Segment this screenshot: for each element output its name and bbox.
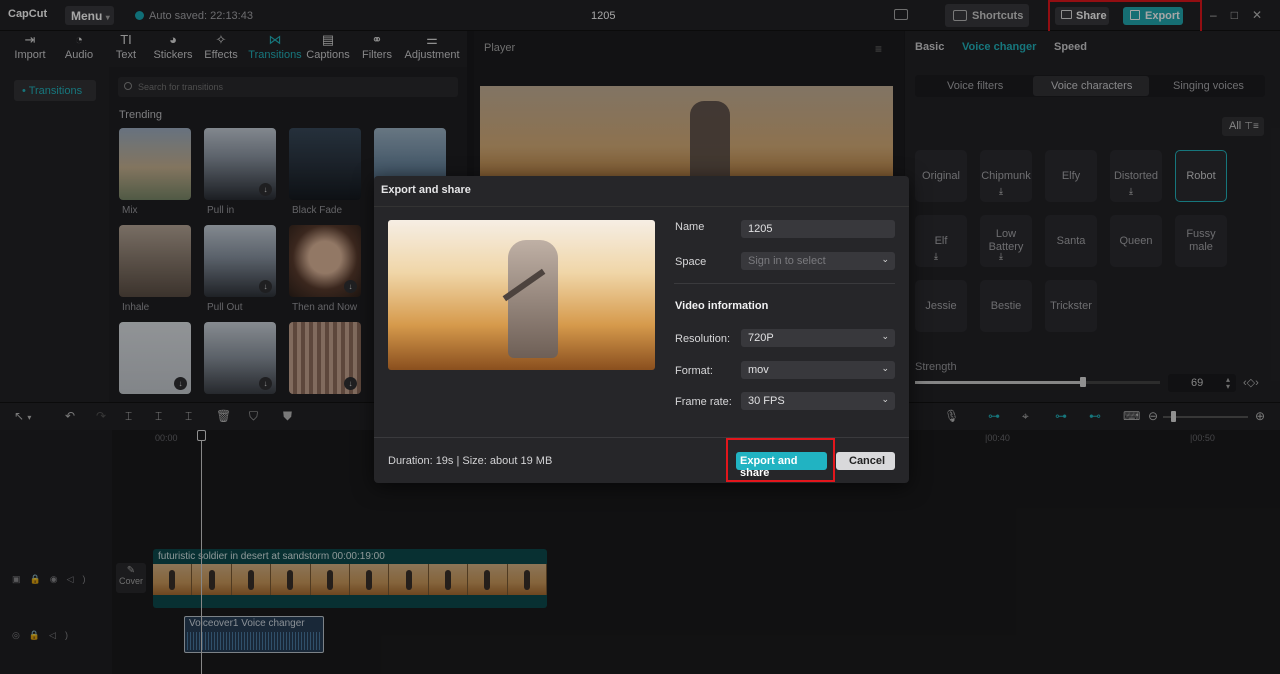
space-label: Space xyxy=(675,256,707,268)
soldier-figure xyxy=(508,240,558,358)
resolution-value: 720P xyxy=(748,332,774,344)
export-preview-thumbnail xyxy=(388,220,655,370)
space-placeholder: Sign in to select xyxy=(748,255,826,267)
chevron-down-icon: ⌄ xyxy=(881,254,889,264)
chevron-down-icon: ⌄ xyxy=(881,394,889,404)
chevron-down-icon: ⌄ xyxy=(881,363,889,373)
space-select[interactable]: Sign in to select ⌄ xyxy=(741,252,895,270)
format-select[interactable]: mov ⌄ xyxy=(741,361,895,379)
dialog-title: Export and share xyxy=(381,184,471,196)
cancel-button[interactable]: Cancel xyxy=(836,452,895,470)
resolution-select[interactable]: 720P ⌄ xyxy=(741,329,895,347)
divider xyxy=(374,206,909,207)
export-summary: Duration: 19s | Size: about 19 MB xyxy=(388,455,553,467)
framerate-label: Frame rate: xyxy=(675,396,732,408)
format-label: Format: xyxy=(675,365,713,377)
framerate-select[interactable]: 30 FPS ⌄ xyxy=(741,392,895,410)
export-and-share-button[interactable]: Export and share xyxy=(736,452,827,479)
chevron-down-icon: ⌄ xyxy=(881,331,889,341)
name-label: Name xyxy=(675,221,705,233)
video-info-heading: Video information xyxy=(675,300,769,312)
framerate-value: 30 FPS xyxy=(748,395,785,407)
divider xyxy=(674,283,895,284)
name-input[interactable]: 1205 xyxy=(741,220,895,238)
format-value: mov xyxy=(748,364,769,376)
resolution-label: Resolution: xyxy=(675,333,731,345)
